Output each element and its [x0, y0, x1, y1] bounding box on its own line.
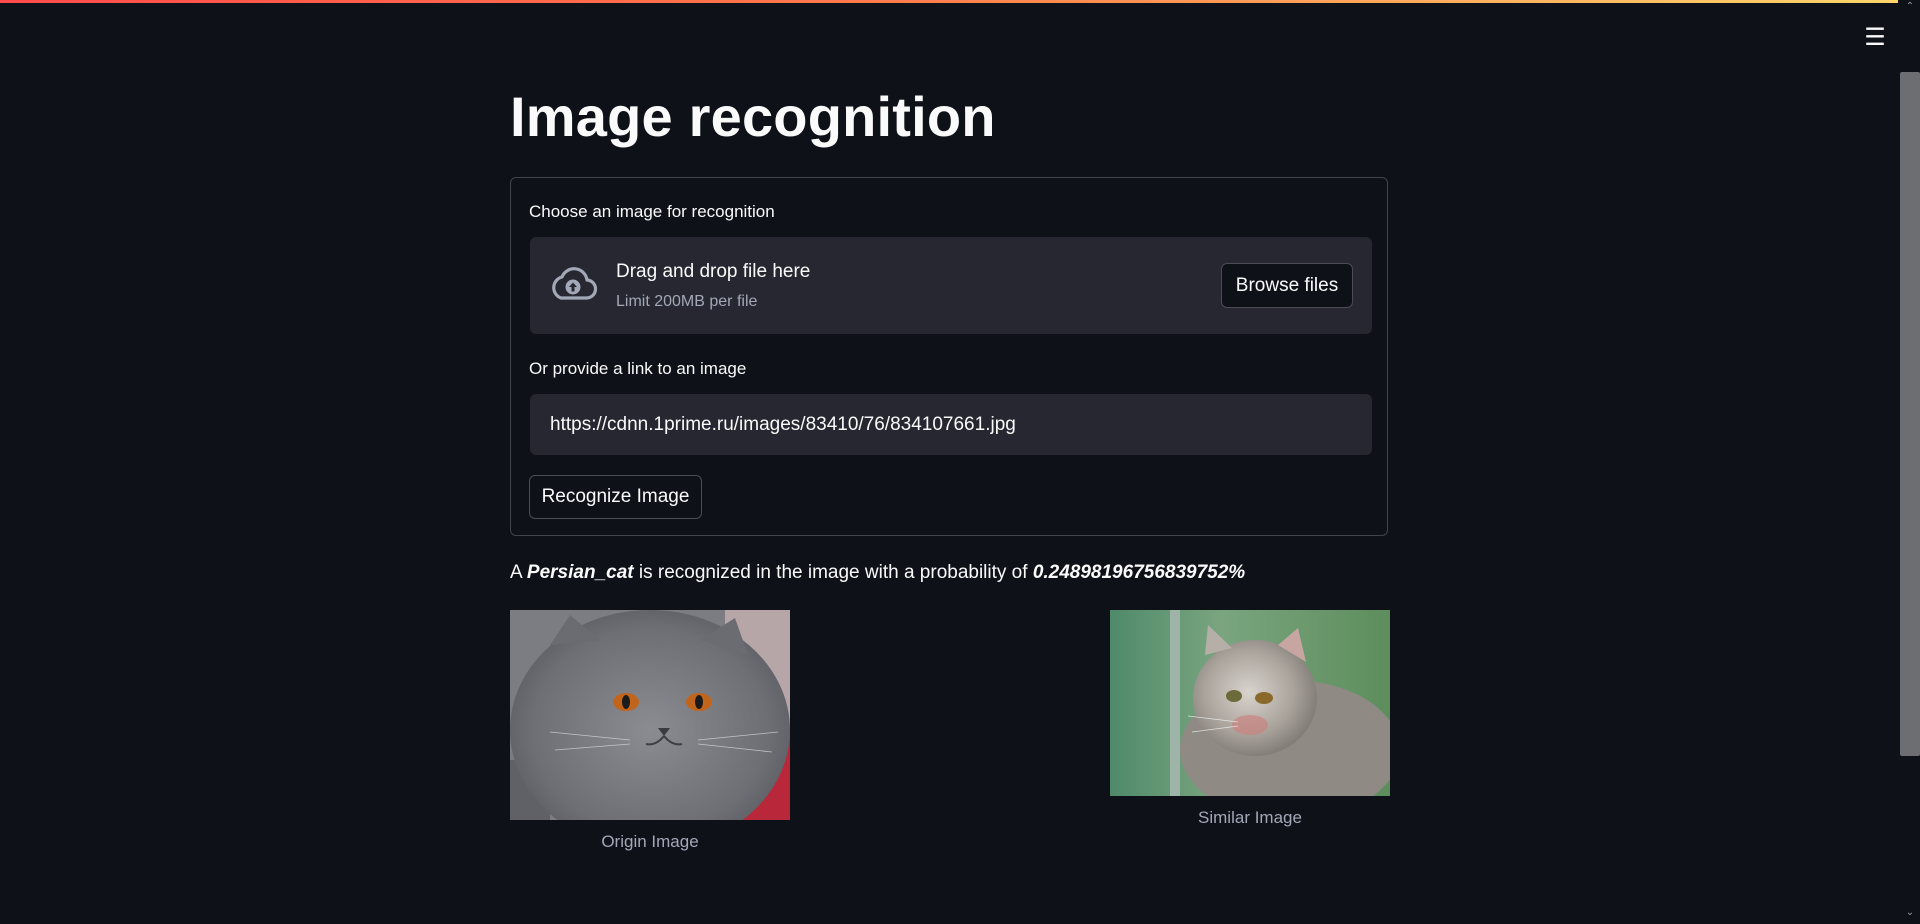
recognition-form: Choose an image for recognition Drag and…: [510, 177, 1388, 536]
image-url-input[interactable]: [530, 394, 1372, 455]
file-dropzone[interactable]: Drag and drop file here Limit 200MB per …: [530, 237, 1372, 334]
origin-image-figure: Origin Image: [510, 610, 790, 852]
dropzone-limit-text: Limit 200MB per file: [616, 293, 758, 310]
link-label: Or provide a link to an image: [529, 359, 747, 378]
hamburger-menu-icon[interactable]: ☰: [1860, 22, 1890, 52]
cloud-upload-icon: [552, 267, 598, 300]
scrollbar-thumb[interactable]: [1900, 72, 1920, 756]
top-decoration-bar: [0, 0, 1920, 3]
scroll-up-arrow-icon[interactable]: ⌃: [1904, 2, 1916, 12]
page-title: Image recognition: [510, 85, 996, 148]
origin-cat-image: [510, 610, 790, 820]
origin-image-caption: Origin Image: [601, 832, 699, 851]
uploader-label: Choose an image for recognition: [529, 202, 775, 221]
similar-image-caption: Similar Image: [1198, 808, 1302, 827]
recognize-image-button[interactable]: Recognize Image: [529, 475, 702, 519]
result-class-name: Persian_cat: [526, 562, 634, 583]
scroll-down-arrow-icon[interactable]: ⌄: [1904, 908, 1916, 918]
result-probability: 0.24898196756839752%: [1032, 562, 1246, 583]
dropzone-title: Drag and drop file here: [616, 261, 811, 282]
browse-files-button[interactable]: Browse files: [1221, 263, 1353, 308]
similar-image-figure: Similar Image: [1110, 610, 1390, 828]
similar-cat-image: [1110, 610, 1390, 796]
result-middle-text: is recognized in the image with a probab…: [633, 562, 1033, 583]
result-prefix: A: [510, 562, 527, 583]
recognition-result: A Persian_cat is recognized in the image…: [510, 562, 1245, 584]
